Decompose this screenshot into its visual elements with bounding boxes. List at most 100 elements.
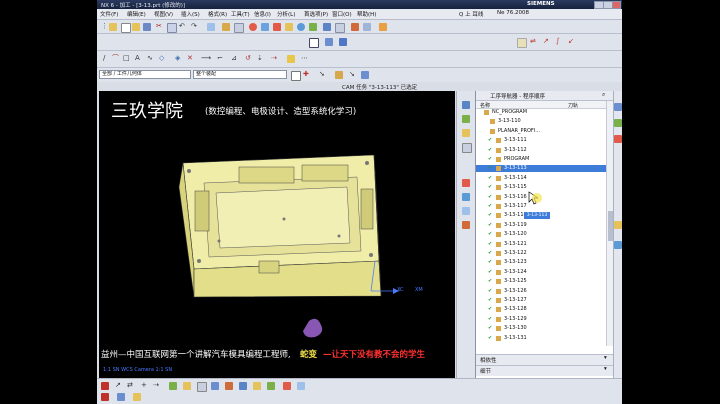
- navigator-row[interactable]: ✔ 3-13-127: [476, 297, 606, 304]
- fillet-icon[interactable]: ⌐: [217, 54, 223, 62]
- navigator-row[interactable]: ✔ 3-13-121: [476, 241, 606, 248]
- navigator-row[interactable]: ✔ 3-13-125: [476, 278, 606, 285]
- trim-icon[interactable]: ✕: [187, 54, 193, 62]
- menu-insert[interactable]: 插入(S): [181, 10, 200, 18]
- navigator-row[interactable]: ✔ 3-13-129: [476, 316, 606, 323]
- snap-point-icon[interactable]: [361, 71, 369, 79]
- dependencies-label[interactable]: 相依性: [480, 356, 497, 364]
- create-geometry-icon[interactable]: [339, 38, 347, 46]
- curve-edit-icon[interactable]: ↺: [245, 54, 251, 62]
- pan-icon[interactable]: [239, 382, 247, 390]
- menu-prefs[interactable]: 首选项(P): [304, 10, 328, 18]
- window-icon[interactable]: [234, 23, 244, 33]
- stop-icon[interactable]: [249, 23, 257, 31]
- nav-tab-icon[interactable]: [462, 101, 470, 109]
- fit-icon[interactable]: [261, 23, 269, 31]
- section-icon[interactable]: [283, 382, 291, 390]
- create-tool-icon[interactable]: [325, 38, 333, 46]
- filter-icon[interactable]: [335, 71, 343, 79]
- navigator-row[interactable]: ✔ 3-13-114: [476, 175, 606, 182]
- open-icon[interactable]: [132, 23, 140, 31]
- analysis-icon[interactable]: [335, 23, 345, 33]
- new-icon[interactable]: [121, 23, 131, 33]
- move-icon[interactable]: ↗: [115, 381, 121, 389]
- machine-tab-icon[interactable]: [462, 115, 470, 123]
- navigator-row[interactable]: ✔ 3-13-124: [476, 269, 606, 276]
- details-panel[interactable]: 细节 ▾: [476, 365, 614, 376]
- part-tab-icon[interactable]: [462, 129, 470, 137]
- iso-icon[interactable]: [253, 382, 261, 390]
- navigator-row[interactable]: ✔ 3-13-120: [476, 231, 606, 238]
- web-tab-icon[interactable]: [462, 193, 470, 201]
- copy-icon[interactable]: [167, 23, 177, 33]
- expand-icon[interactable]: ▾: [604, 366, 607, 372]
- side-icon-2[interactable]: [614, 119, 622, 127]
- navigator-row[interactable]: PLANAR_PROFI...: [476, 128, 606, 135]
- generate-icon[interactable]: ⇌: [530, 37, 536, 45]
- navigator-row[interactable]: ✔ 3-13-130: [476, 325, 606, 332]
- select-icon[interactable]: [207, 23, 215, 31]
- studio-icon[interactable]: [297, 382, 305, 390]
- mold-model[interactable]: [99, 91, 455, 378]
- reuse-tab-icon[interactable]: [462, 143, 472, 153]
- wireframe-icon[interactable]: [267, 382, 275, 390]
- visible-icon[interactable]: [133, 393, 141, 401]
- search-value[interactable]: Q 上 耳线: [459, 10, 483, 18]
- copy-op-icon[interactable]: ⇄: [127, 381, 133, 389]
- zoom-window-icon[interactable]: [225, 382, 233, 390]
- props-icon[interactable]: [197, 382, 207, 392]
- redo-icon[interactable]: ↷: [191, 22, 197, 30]
- navigator-row[interactable]: ✔ 3-13-112: [476, 147, 606, 154]
- wcs-icon[interactable]: [379, 23, 387, 31]
- operation-icon[interactable]: [517, 38, 527, 48]
- orient-icon[interactable]: [351, 23, 359, 31]
- render-icon[interactable]: [363, 23, 371, 31]
- menu-format[interactable]: 格式(R): [208, 10, 227, 18]
- dependencies-panel[interactable]: 相依性 ▾: [476, 354, 614, 365]
- point-icon[interactable]: ✚: [303, 70, 309, 78]
- navigator-row[interactable]: ✔ 3-13-122: [476, 250, 606, 257]
- work-layer-icon[interactable]: [117, 393, 125, 401]
- save-icon[interactable]: [143, 23, 151, 31]
- menu-info[interactable]: 信息(I): [254, 10, 271, 18]
- create-program-icon[interactable]: [309, 38, 319, 48]
- side-icon-3[interactable]: [614, 135, 622, 143]
- extend-icon[interactable]: ⟶: [201, 54, 211, 62]
- zoom-icon[interactable]: [273, 23, 281, 31]
- side-icon-4[interactable]: [614, 221, 622, 229]
- rotate-icon[interactable]: [285, 23, 293, 31]
- close-icon[interactable]: [612, 1, 621, 9]
- project-icon[interactable]: ⇣: [257, 54, 263, 62]
- add-icon[interactable]: +: [141, 381, 147, 389]
- cut-icon[interactable]: ✂: [156, 22, 162, 30]
- spline-icon[interactable]: ∿: [147, 54, 153, 62]
- menu-tools[interactable]: 工具(T): [231, 10, 250, 18]
- measure-icon[interactable]: [323, 23, 331, 31]
- line-icon[interactable]: /: [103, 54, 105, 62]
- navigator-row[interactable]: ✔ 3-13-131: [476, 335, 606, 342]
- navigator-row[interactable]: ✔ 3-13-117: [476, 203, 606, 210]
- navigator-row[interactable]: NC_PROGRAM: [476, 109, 606, 116]
- pin-icon[interactable]: ⌕: [602, 91, 605, 99]
- start-icon[interactable]: [109, 23, 117, 31]
- expand-icon[interactable]: ▾: [604, 355, 607, 361]
- menu-view[interactable]: 视图(V): [154, 10, 173, 18]
- arrange-icon[interactable]: ⇢: [153, 381, 159, 389]
- view-icon[interactable]: [211, 382, 219, 390]
- scope-select[interactable]: 整个装配: [193, 70, 287, 79]
- navigator-row[interactable]: ✔ 3-13-126: [476, 288, 606, 295]
- side-icon-1[interactable]: [614, 103, 622, 111]
- menu-analysis[interactable]: 分析(L): [277, 10, 295, 18]
- system-tab-icon[interactable]: [462, 221, 470, 229]
- side-icon-5[interactable]: [614, 241, 622, 249]
- blank-icon[interactable]: [183, 382, 191, 390]
- navigator-row[interactable]: ✔ 3-13-123: [476, 259, 606, 266]
- navigator-row[interactable]: ✔ 3-13-111: [476, 137, 606, 144]
- postprocess-icon[interactable]: ∫: [556, 37, 560, 45]
- mill-icon[interactable]: [101, 382, 109, 390]
- arc-icon[interactable]: ⌒: [112, 54, 119, 62]
- rectangle-icon[interactable]: □: [123, 54, 130, 62]
- chamfer-icon[interactable]: ⊿: [231, 54, 237, 62]
- display-icon[interactable]: [169, 382, 177, 390]
- role-tab-icon[interactable]: [462, 207, 470, 215]
